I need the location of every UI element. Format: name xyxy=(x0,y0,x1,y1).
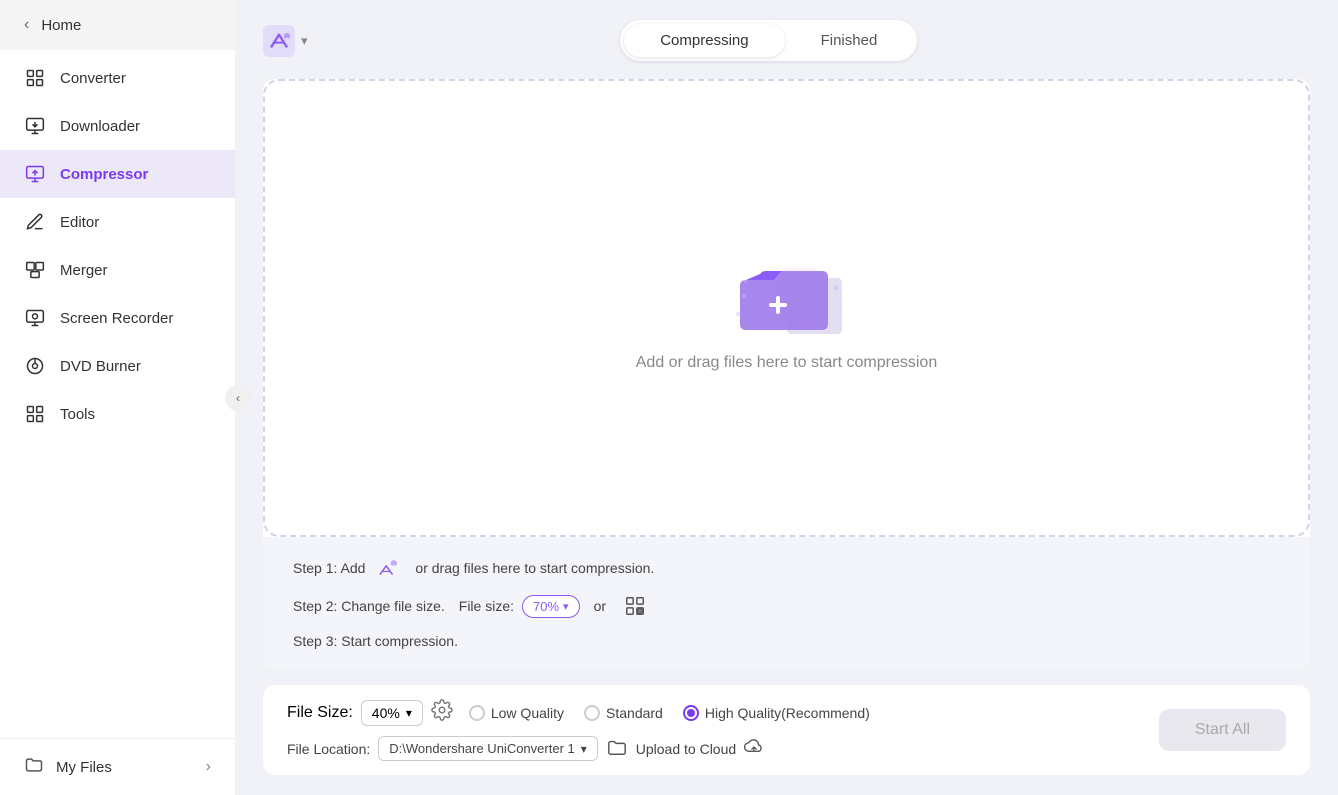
chevron-down-icon-small: ▾ xyxy=(563,600,569,613)
header: + ▾ Compressing Finished xyxy=(263,20,1310,61)
quality-standard-option[interactable]: Standard xyxy=(584,705,663,721)
add-file-inline-icon: + xyxy=(377,557,403,579)
downloader-label: Downloader xyxy=(60,118,140,135)
my-files-left: My Files xyxy=(24,755,112,779)
editor-label: Editor xyxy=(60,214,99,231)
brand-logo[interactable]: + ▾ xyxy=(263,25,308,57)
tab-group: Compressing Finished xyxy=(620,20,917,61)
step-1-prefix: Step 1: Add xyxy=(293,560,365,576)
file-size-value: 70% xyxy=(533,599,559,614)
quality-standard-radio xyxy=(584,705,600,721)
quality-low-radio xyxy=(469,705,485,721)
step-2-row: Step 2: Change file size. File size: 70%… xyxy=(293,591,1280,621)
header-left: + ▾ xyxy=(263,25,308,57)
footer-row-1: File Size: 40% ▾ Low Quality xyxy=(287,699,1159,726)
step-1-row: Step 1: Add + or drag files here to star… xyxy=(293,557,1280,579)
chevron-left-icon: ‹ xyxy=(24,16,29,34)
footer: File Size: 40% ▾ Low Quality xyxy=(263,685,1310,775)
dvd-burner-icon xyxy=(24,355,46,377)
sidebar: ‹ Home Converter Downloader xyxy=(0,0,235,795)
file-location-label: File Location: xyxy=(287,741,370,757)
my-files-label: My Files xyxy=(56,759,112,776)
sidebar-item-downloader[interactable]: Downloader xyxy=(0,102,235,150)
tab-finished[interactable]: Finished xyxy=(785,24,914,57)
tools-icon xyxy=(24,403,46,425)
quality-standard-label: Standard xyxy=(606,705,663,721)
drop-area-text: Add or drag files here to start compress… xyxy=(636,354,937,372)
chevron-down-icon: ▾ xyxy=(301,33,308,49)
upload-cloud-label: Upload to Cloud xyxy=(636,741,736,757)
cloud-icon xyxy=(742,737,766,760)
step-1-suffix: or drag files here to start compression. xyxy=(415,560,654,576)
quality-high-option[interactable]: High Quality(Recommend) xyxy=(683,705,870,721)
quality-low-option[interactable]: Low Quality xyxy=(469,705,564,721)
my-files-icon xyxy=(24,755,44,779)
tools-label: Tools xyxy=(60,406,95,423)
chevron-right-icon: › xyxy=(206,758,211,776)
screen-recorder-icon xyxy=(24,307,46,329)
my-files-nav-item[interactable]: My Files › xyxy=(0,738,235,795)
folder-illustration xyxy=(722,244,852,354)
main-content: + ▾ Compressing Finished xyxy=(235,0,1338,795)
file-size-select[interactable]: 40% ▾ xyxy=(361,700,423,726)
chevron-down-icon-location: ▾ xyxy=(581,742,587,756)
sidebar-item-screen-recorder[interactable]: Screen Recorder xyxy=(0,294,235,342)
sidebar-collapse-button[interactable]: ‹ xyxy=(225,385,251,411)
quality-low-label: Low Quality xyxy=(491,705,564,721)
sidebar-item-merger[interactable]: Merger xyxy=(0,246,235,294)
sidebar-item-converter[interactable]: Converter xyxy=(0,54,235,102)
editor-icon xyxy=(24,211,46,233)
quality-settings-icon[interactable] xyxy=(431,699,453,726)
quality-high-label: High Quality(Recommend) xyxy=(705,705,870,721)
sidebar-item-dvd-burner[interactable]: DVD Burner xyxy=(0,342,235,390)
or-label: or xyxy=(594,598,606,614)
merger-icon xyxy=(24,259,46,281)
content-box: Add or drag files here to start compress… xyxy=(263,79,1310,669)
merger-label: Merger xyxy=(60,262,108,279)
dvd-burner-label: DVD Burner xyxy=(60,358,141,375)
settings-icon-button[interactable] xyxy=(620,591,650,621)
step-2-prefix: Step 2: Change file size. xyxy=(293,598,445,614)
converter-icon xyxy=(24,67,46,89)
file-location-select[interactable]: D:\Wondershare UniConverter 1 ▾ xyxy=(378,736,597,761)
footer-rows: File Size: 40% ▾ Low Quality xyxy=(287,699,1159,761)
tab-compressing[interactable]: Compressing xyxy=(624,24,784,57)
home-nav-item[interactable]: ‹ Home xyxy=(0,0,235,50)
file-size-dropdown[interactable]: 70% ▾ xyxy=(522,595,580,618)
footer-row-2: File Location: D:\Wondershare UniConvert… xyxy=(287,736,1159,761)
sidebar-item-compressor[interactable]: Compressor xyxy=(0,150,235,198)
file-location-value: D:\Wondershare UniConverter 1 xyxy=(389,741,574,756)
sidebar-item-editor[interactable]: Editor xyxy=(0,198,235,246)
home-label: Home xyxy=(41,17,81,34)
chevron-down-icon-footer: ▾ xyxy=(406,706,412,720)
drop-area[interactable]: Add or drag files here to start compress… xyxy=(263,79,1310,537)
steps-area: Step 1: Add + or drag files here to star… xyxy=(263,537,1310,669)
file-size-label: File Size: xyxy=(287,704,353,722)
step-2-file-size-label: File size: xyxy=(459,598,514,614)
step-3-row: Step 3: Start compression. xyxy=(293,633,1280,649)
open-folder-icon[interactable] xyxy=(606,737,628,760)
sidebar-nav: Converter Downloader Compressor xyxy=(0,50,235,738)
sidebar-item-tools[interactable]: Tools xyxy=(0,390,235,438)
screen-recorder-label: Screen Recorder xyxy=(60,310,173,327)
step-3-text: Step 3: Start compression. xyxy=(293,633,458,649)
quality-group: Low Quality Standard High Quality(Recomm… xyxy=(469,705,1159,721)
quality-high-radio xyxy=(683,705,699,721)
upload-to-cloud[interactable]: Upload to Cloud xyxy=(636,737,766,760)
compressor-label: Compressor xyxy=(60,166,148,183)
svg-text:+: + xyxy=(285,36,289,43)
file-size-display: 40% xyxy=(372,705,400,721)
compressor-icon xyxy=(24,163,46,185)
start-all-button[interactable]: Start All xyxy=(1159,709,1286,751)
downloader-icon xyxy=(24,115,46,137)
converter-label: Converter xyxy=(60,70,126,87)
